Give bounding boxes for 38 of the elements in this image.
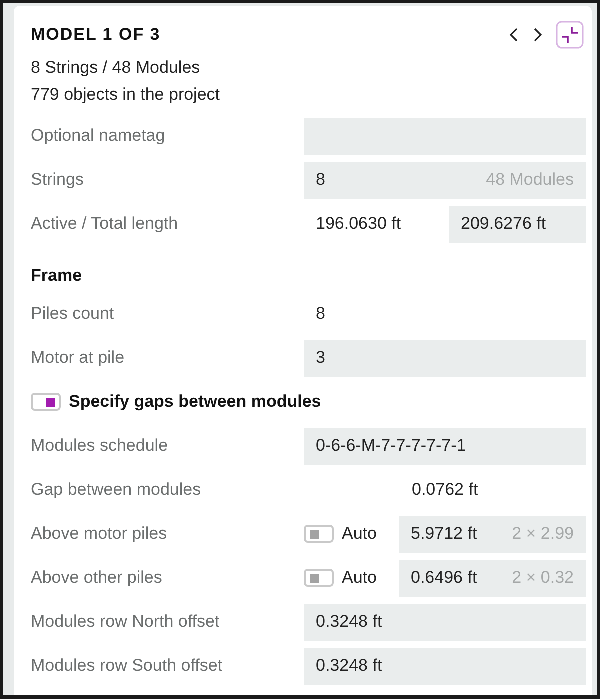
switch-label: Auto — [342, 523, 377, 546]
field-value: 0.0762 ft — [411, 479, 478, 502]
section-heading: Frame — [31, 264, 82, 286]
field-value: 8 — [315, 303, 326, 326]
field-label: Above other piles — [31, 567, 164, 590]
switch-label: Specify gaps between modules — [69, 391, 322, 414]
input-field[interactable]: 0.3248 ft — [304, 604, 586, 640]
field-label: Gap between modules — [31, 479, 202, 502]
toggle-switch[interactable] — [304, 569, 334, 587]
field-label: Above motor piles — [31, 523, 168, 546]
chevron-left-icon[interactable] — [508, 27, 520, 43]
collapse-icon[interactable] — [556, 21, 584, 49]
toggle-switch[interactable] — [31, 393, 61, 411]
summary-text: 8 Strings / 48 Modules — [31, 57, 202, 79]
field-hint: 48 Modules — [486, 169, 574, 192]
field-label: Active / Total length — [31, 213, 180, 236]
panel-title: MODEL 1 OF 3 — [31, 24, 161, 46]
input-field[interactable]: 0.6496 ft 2 × 0.32 — [399, 560, 586, 596]
input-field[interactable]: 3 — [304, 340, 586, 376]
field-label: Piles count — [31, 303, 116, 326]
field-label: Modules schedule — [31, 435, 170, 458]
input-field[interactable]: 8 48 Modules — [304, 162, 586, 198]
chevron-right-icon[interactable] — [532, 27, 544, 43]
field-value: 196.0630 ft — [315, 213, 402, 236]
field-label: Modules row South offset — [31, 655, 224, 678]
summary-text: 779 objects in the project — [31, 84, 222, 106]
switch-label: Auto — [342, 567, 377, 590]
input-field[interactable]: 209.6276 ft — [449, 206, 586, 242]
field-hint: 2 × 0.32 — [512, 567, 574, 590]
field-label: Optional nametag — [31, 125, 166, 148]
field-label: Motor at pile — [31, 347, 126, 370]
input-field[interactable]: 5.9712 ft 2 × 2.99 — [399, 516, 586, 552]
field-label: Modules row North offset — [31, 611, 221, 634]
input-field[interactable]: 0.3248 ft — [304, 648, 586, 684]
input-field[interactable]: 0-6-6-M-7-7-7-7-7-1 — [304, 428, 586, 464]
field-label: Strings — [31, 169, 85, 192]
toggle-switch[interactable] — [304, 525, 334, 543]
field-hint: 2 × 2.99 — [512, 523, 574, 546]
